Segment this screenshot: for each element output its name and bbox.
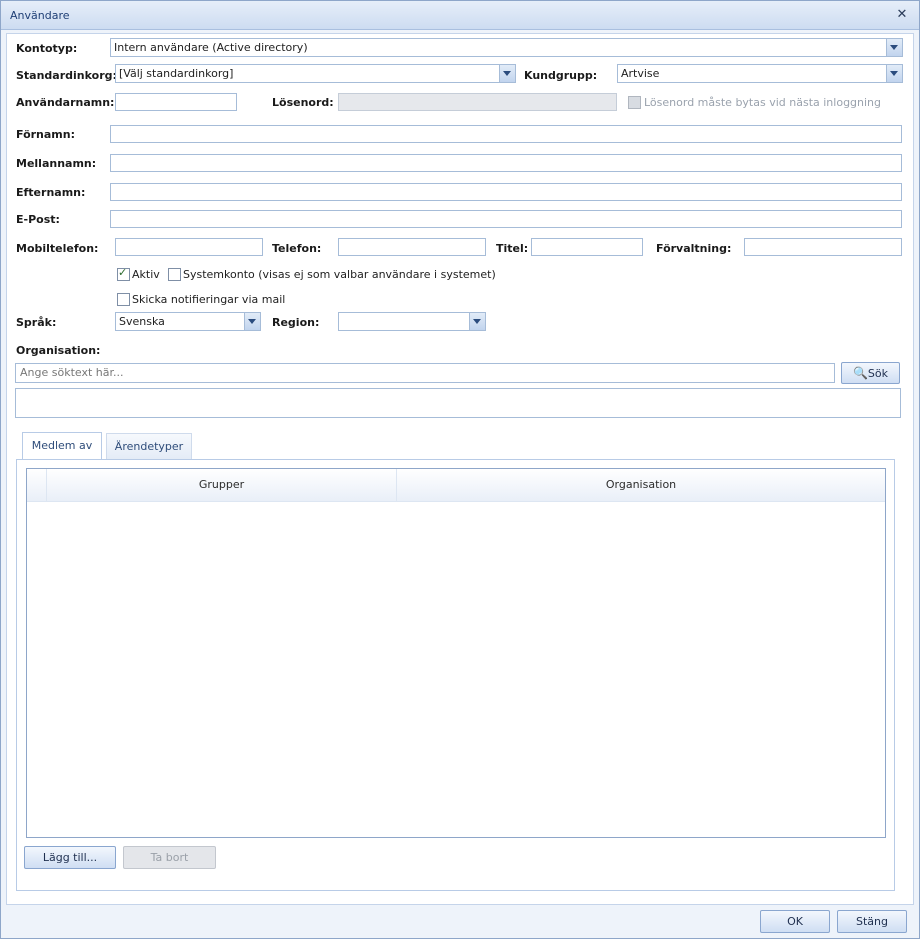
notifieringar-checkbox[interactable] xyxy=(117,293,130,306)
mobiltelefon-input[interactable] xyxy=(115,238,263,256)
tab-medlem-av[interactable]: Medlem av xyxy=(22,432,102,460)
aktiv-checkbox[interactable] xyxy=(117,266,130,281)
kundgrupp-select[interactable]: Artvise xyxy=(617,64,903,83)
telefon-input[interactable] xyxy=(338,238,486,256)
telefon-label: Telefon: xyxy=(272,242,322,255)
tab-arendetyper[interactable]: Ärendetyper xyxy=(106,433,192,460)
titel-label: Titel: xyxy=(496,242,529,255)
grid-header: Grupper Organisation xyxy=(27,469,885,502)
efternamn-input[interactable] xyxy=(110,183,902,201)
titel-input[interactable] xyxy=(531,238,643,256)
chevron-down-icon[interactable] xyxy=(886,65,902,82)
tab-panel-medlem-av: Grupper Organisation Lägg till... Ta bor… xyxy=(16,459,895,891)
region-label: Region: xyxy=(272,316,320,329)
membership-grid[interactable]: Grupper Organisation xyxy=(26,468,886,838)
lagg-till-button[interactable]: Lägg till... xyxy=(24,846,116,869)
column-header-grupper[interactable]: Grupper xyxy=(47,469,397,501)
search-icon: 🔍 xyxy=(852,366,868,380)
sok-button[interactable]: 🔍Sök xyxy=(841,362,900,384)
forvaltning-label: Förvaltning: xyxy=(656,242,732,255)
sprak-select[interactable]: Svenska xyxy=(115,312,261,331)
aktiv-label: Aktiv xyxy=(132,268,160,281)
sprak-label: Språk: xyxy=(16,316,57,329)
window-title: Användare xyxy=(10,9,70,22)
organisation-search-input[interactable]: Ange söktext här... xyxy=(15,363,835,383)
fornamn-input[interactable] xyxy=(110,125,902,143)
epost-input[interactable] xyxy=(110,210,902,228)
organisation-search-placeholder: Ange söktext här... xyxy=(20,366,124,379)
kundgrupp-value: Artvise xyxy=(621,67,660,80)
efternamn-label: Efternamn: xyxy=(16,186,86,199)
epost-label: E-Post: xyxy=(16,213,60,226)
kundgrupp-label: Kundgrupp: xyxy=(524,69,598,82)
stang-button[interactable]: Stäng xyxy=(837,910,907,933)
tab-arendetyper-label: Ärendetyper xyxy=(114,440,184,453)
chevron-down-icon[interactable] xyxy=(469,313,485,330)
anvandarnamn-input[interactable] xyxy=(115,93,237,111)
sprak-value: Svenska xyxy=(119,315,165,328)
chevron-down-icon[interactable] xyxy=(886,39,902,56)
form-area: Kontotyp: Intern användare (Active direc… xyxy=(6,33,914,905)
close-icon[interactable]: ✕ xyxy=(895,8,909,22)
chevron-down-icon[interactable] xyxy=(244,313,260,330)
column-header-organisation[interactable]: Organisation xyxy=(397,469,885,501)
title-bar: Användare ✕ xyxy=(1,1,919,30)
standardinkorg-select[interactable]: [Välj standardinkorg] xyxy=(115,64,516,83)
kontotyp-label: Kontotyp: xyxy=(16,42,78,55)
organisation-label: Organisation: xyxy=(16,344,101,357)
region-select[interactable] xyxy=(338,312,486,331)
user-dialog: Användare ✕ Kontotyp: Intern användare (… xyxy=(0,0,920,939)
notifieringar-label: Skicka notifieringar via mail xyxy=(132,293,286,306)
grid-row-selector-header xyxy=(27,469,47,501)
anvandarnamn-label: Användarnamn: xyxy=(16,96,115,109)
forvaltning-input[interactable] xyxy=(744,238,902,256)
ok-button[interactable]: OK xyxy=(760,910,830,933)
kontotyp-select[interactable]: Intern användare (Active directory) xyxy=(110,38,903,57)
losenord-input xyxy=(338,93,617,111)
losenord-label: Lösenord: xyxy=(272,96,334,109)
losenord-change-checkbox xyxy=(628,96,641,109)
systemkonto-label: Systemkonto (visas ej som valbar använda… xyxy=(183,268,496,281)
standardinkorg-label: Standardinkorg: xyxy=(16,69,117,82)
ta-bort-button: Ta bort xyxy=(123,846,216,869)
fornamn-label: Förnamn: xyxy=(16,128,75,141)
chevron-down-icon[interactable] xyxy=(499,65,515,82)
tab-medlem-av-label: Medlem av xyxy=(31,439,93,452)
mellannamn-input[interactable] xyxy=(110,154,902,172)
losenord-change-label: Lösenord måste bytas vid nästa inloggnin… xyxy=(644,96,882,109)
mobiltelefon-label: Mobiltelefon: xyxy=(16,242,99,255)
kontotyp-value: Intern användare (Active directory) xyxy=(114,41,308,54)
footer: OK Stäng xyxy=(1,906,919,938)
systemkonto-checkbox[interactable] xyxy=(168,268,181,281)
mellannamn-label: Mellannamn: xyxy=(16,157,97,170)
standardinkorg-value: [Välj standardinkorg] xyxy=(119,67,234,80)
organisation-results[interactable] xyxy=(15,388,901,418)
sok-button-label: Sök xyxy=(867,367,889,380)
